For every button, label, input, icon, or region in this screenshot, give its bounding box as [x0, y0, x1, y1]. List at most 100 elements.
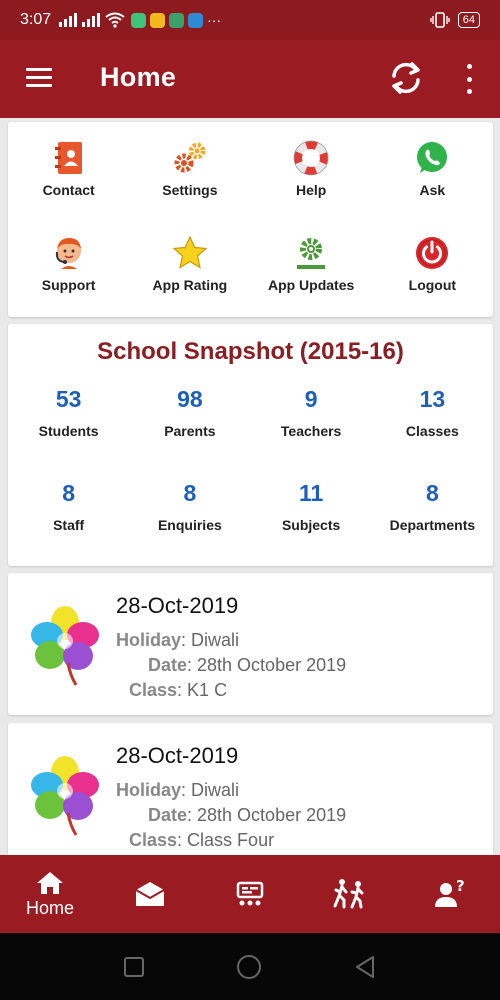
event-date: 28-Oct-2019 [116, 593, 239, 618]
menu-item-label: App Updates [267, 277, 355, 293]
menu-item-app-updates[interactable]: App Updates [251, 219, 372, 314]
vibrate-icon [430, 12, 450, 28]
svg-text:?: ? [456, 879, 465, 895]
event-date-value: : 28th October 2019 [187, 805, 347, 825]
stat-value: 11 [298, 480, 324, 506]
menu-item-label: Contact [42, 182, 95, 198]
more-notifications-icon: ··· [207, 12, 222, 28]
signal-icon [59, 13, 78, 27]
event-card[interactable]: 28-Oct-2019 Holiday: Diwali Date: 28th O… [8, 723, 493, 863]
event-holiday-row: Holiday: Diwali [116, 780, 239, 801]
stat-value: 8 [62, 480, 76, 506]
menu-item-logout[interactable]: Logout [372, 219, 493, 314]
stat-value: 8 [183, 480, 197, 506]
event-class-value: : Class Four [177, 830, 275, 850]
menu-item-label: Help [295, 182, 327, 198]
event-class-value: : K1 C [177, 680, 228, 700]
battery-indicator: 64 [457, 12, 480, 28]
stat-parents[interactable]: 98 Parents [129, 372, 250, 466]
timetable-icon [236, 881, 264, 906]
app-bar: Home [0, 40, 500, 118]
holiday-flower-icon [31, 606, 99, 686]
nav-students[interactable] [300, 855, 400, 933]
stat-value: 53 [55, 386, 82, 412]
stat-value: 98 [177, 386, 203, 412]
gears-icon [172, 140, 208, 176]
event-date-key: Date [148, 805, 188, 825]
nav-messages[interactable] [100, 855, 200, 933]
nav-schedule[interactable] [200, 855, 300, 933]
back-button[interactable] [353, 955, 377, 979]
support-agent-icon [51, 235, 87, 271]
event-date-key: Date [148, 655, 188, 675]
event-holiday-value: : Diwali [181, 630, 240, 650]
whatsapp-icon [414, 140, 450, 176]
menu-item-contact[interactable]: Contact [8, 124, 129, 219]
sync-icon[interactable] [386, 58, 426, 98]
event-holiday-value: : Diwali [181, 780, 240, 800]
event-holiday-row: Holiday: Diwali [116, 630, 239, 651]
stat-label: Classes [405, 423, 459, 439]
status-time: 3:07 [20, 11, 52, 28]
stat-classes[interactable]: 13 Classes [372, 372, 493, 466]
wifi-icon [105, 12, 125, 28]
menu-item-app-rating[interactable]: App Rating [129, 219, 250, 314]
power-icon [414, 235, 450, 271]
event-holiday-key: Holiday [116, 780, 182, 800]
event-class-row: Class: Class Four [129, 830, 274, 851]
nav-help[interactable]: ? [400, 855, 500, 933]
page-title: Home [100, 62, 177, 92]
notification-bulb-icon [150, 12, 166, 28]
stat-value: 8 [425, 480, 439, 506]
stat-departments[interactable]: 8 Departments [372, 466, 493, 560]
menu-item-label: Logout [408, 277, 457, 293]
status-bar: 3:07 ··· 64 [0, 0, 500, 40]
notification-app-icon [131, 12, 147, 28]
stat-teachers[interactable]: 9 Teachers [251, 372, 372, 466]
event-date-row: Date: 28th October 2019 [148, 805, 346, 826]
walking-students-icon [333, 879, 364, 909]
stat-value: 9 [304, 386, 318, 412]
update-gear-icon [293, 235, 329, 271]
event-class-key: Class [129, 680, 178, 700]
lifebuoy-icon [293, 140, 329, 176]
user-question-icon: ? [435, 879, 465, 907]
stat-label: Students [38, 423, 99, 439]
menu-item-ask[interactable]: Ask [372, 124, 493, 219]
menu-item-support[interactable]: Support [8, 219, 129, 314]
envelope-icon [135, 882, 165, 906]
stat-label: Subjects [281, 517, 341, 533]
stat-students[interactable]: 53 Students [8, 372, 129, 466]
recent-apps-button[interactable] [123, 956, 145, 978]
event-card[interactable]: 28-Oct-2019 Holiday: Diwali Date: 28th O… [8, 573, 493, 715]
nav-home[interactable]: Home [0, 855, 100, 933]
stat-label: Departments [389, 517, 476, 533]
stat-label: Parents [164, 423, 216, 439]
event-class-row: Class: K1 C [129, 680, 227, 701]
signal-icon-2 [82, 13, 101, 27]
menu-item-settings[interactable]: Settings [129, 124, 250, 219]
stat-enquiries[interactable]: 8 Enquiries [129, 466, 250, 560]
home-button[interactable] [235, 953, 263, 981]
stat-value: 13 [419, 386, 446, 412]
system-navigation-bar [0, 933, 500, 1000]
event-holiday-key: Holiday [116, 630, 182, 650]
holiday-flower-icon [31, 756, 99, 836]
menu-item-label: Ask [419, 182, 446, 198]
star-icon [172, 235, 208, 271]
menu-item-label: Settings [162, 182, 218, 198]
event-date: 28-Oct-2019 [116, 743, 239, 768]
stat-staff[interactable]: 8 Staff [8, 466, 129, 560]
menu-item-help[interactable]: Help [251, 124, 372, 219]
hamburger-menu-icon[interactable] [26, 68, 52, 88]
home-icon [37, 871, 63, 894]
event-date-row: Date: 28th October 2019 [148, 655, 346, 676]
menu-item-label: Support [41, 277, 96, 293]
stat-label: Staff [53, 517, 85, 533]
nav-home-label: Home [25, 897, 74, 918]
more-options-icon[interactable] [460, 64, 478, 94]
stat-subjects[interactable]: 11 Subjects [251, 466, 372, 560]
notification-edge-icon [188, 12, 204, 28]
bottom-navigation: Home ? [0, 855, 500, 933]
school-snapshot-card: School Snapshot (2015-16) 53 Students 98 P… [8, 324, 493, 566]
